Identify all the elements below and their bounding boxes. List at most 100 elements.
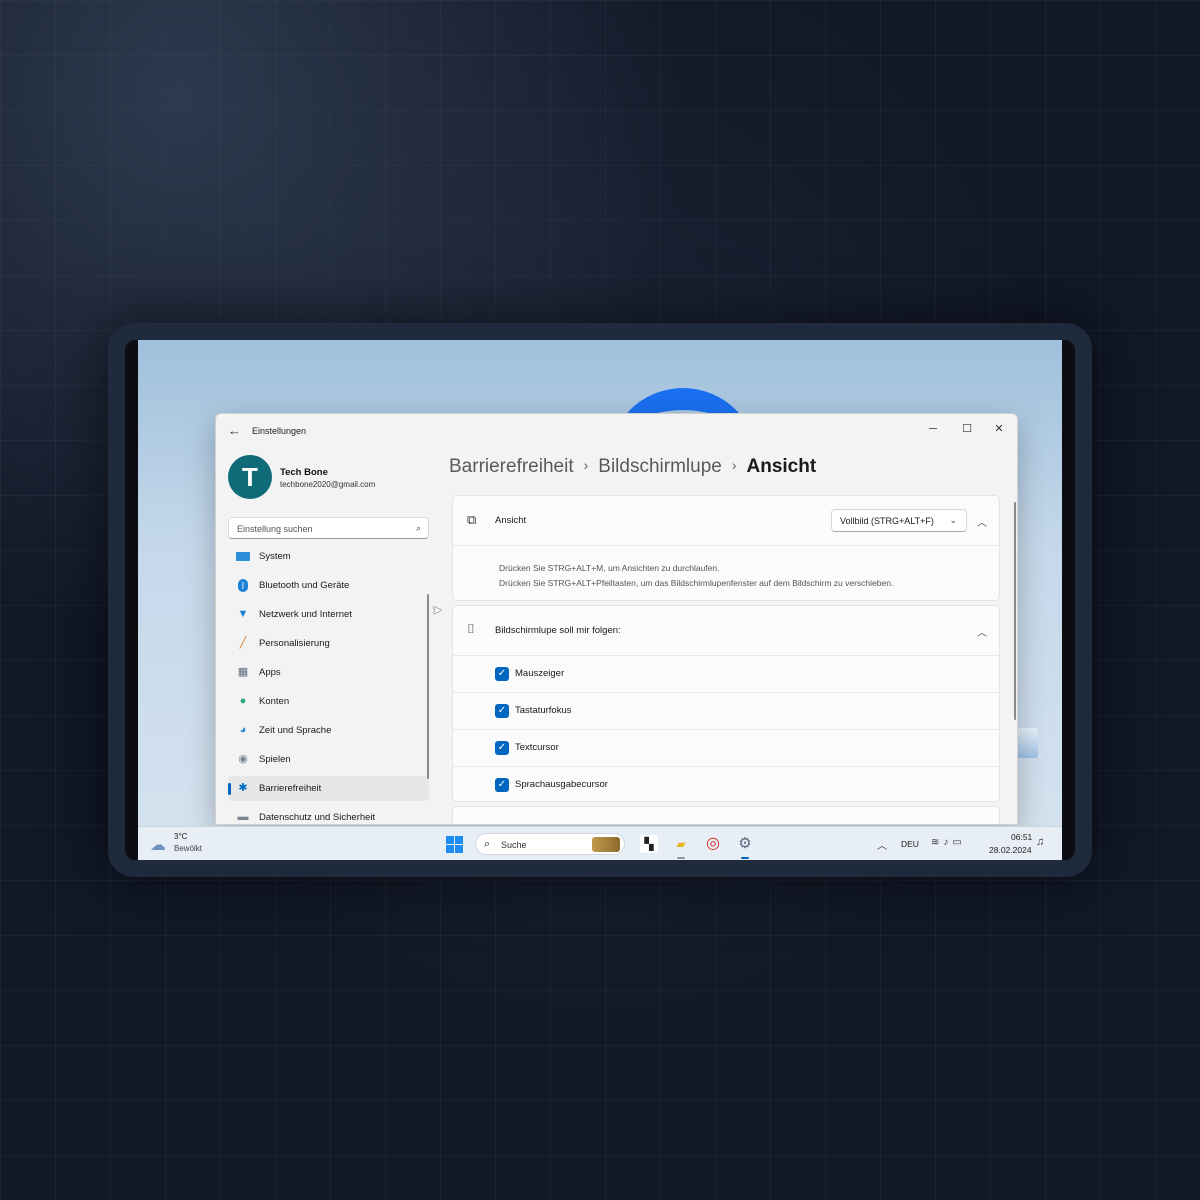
user-email: techbone2020@gmail.com	[280, 480, 376, 489]
divider	[453, 655, 999, 656]
sidebar-scrollbar[interactable]	[427, 594, 429, 779]
taskbar: ☁ 3°C Bewölkt ⌕ Suche ▚ ▰ ◎ ⚙ ︿ DEU ≋♪▭ …	[138, 826, 1062, 860]
next-card	[452, 806, 1000, 824]
view-description-2: Drücken Sie STRG+ALT+Pfeiltasten, um das…	[499, 578, 894, 588]
sidebar-item-system[interactable]: System	[228, 544, 429, 569]
sidebar-item-label: Personalisierung	[259, 638, 330, 649]
clock-date[interactable]: 28.02.2024	[989, 845, 1032, 855]
search-input[interactable]: Einstellung suchen ⌕	[228, 517, 429, 539]
accessibility-icon: ✱	[238, 782, 248, 794]
user-name: Tech Bone	[280, 467, 328, 478]
sidebar-item-personalization[interactable]: ╱ Personalisierung	[228, 631, 429, 656]
divider	[453, 545, 999, 546]
sidebar-item-label: Konten	[259, 696, 290, 707]
chevron-right-icon: ›	[731, 457, 737, 473]
checkbox-label: Sprachausgabecursor	[515, 779, 608, 790]
search-highlight-image	[592, 837, 620, 852]
mouse-icon: ⌷	[467, 621, 475, 636]
sidebar-item-label: Spielen	[259, 754, 291, 765]
task-view-icon[interactable]: ▚	[640, 835, 658, 853]
app-running-indicator	[677, 857, 685, 859]
brush-icon: ╱	[239, 637, 247, 649]
back-arrow-icon[interactable]: ←	[228, 423, 241, 438]
search-placeholder: Einstellung suchen	[237, 524, 313, 534]
sidebar-item-apps[interactable]: ▦ Apps	[228, 660, 429, 685]
divider	[453, 729, 999, 730]
sidebar-item-label: System	[259, 551, 291, 562]
bluetooth-icon: ᛒ	[236, 579, 250, 592]
breadcrumb: Barrierefreiheit › Bildschirmlupe › Ansicht	[449, 456, 816, 482]
windows-start-icon[interactable]	[446, 836, 463, 853]
mouse-cursor-icon: ➤	[432, 603, 443, 617]
screen-bezel: ← Einstellungen ─ ☐ ✕ T Tech Bone techbo…	[125, 340, 1075, 860]
page-title: Ansicht	[746, 456, 817, 477]
divider	[453, 766, 999, 767]
checkbox-mouse-pointer[interactable]: ✓	[495, 667, 509, 681]
cloud-icon[interactable]: ☁	[150, 835, 166, 855]
wifi-volume-battery-icons[interactable]: ≋♪▭	[931, 837, 966, 848]
divider	[453, 692, 999, 693]
search-icon[interactable]: ⌕	[416, 523, 421, 534]
search-icon: ⌕	[484, 838, 491, 850]
sidebar-item-bluetooth[interactable]: ᛒ Bluetooth und Geräte	[228, 573, 429, 598]
apps-icon: ▦	[237, 666, 249, 678]
chevron-up-icon[interactable]: ︿	[977, 624, 987, 639]
magnifier-view-icon: ⧉	[467, 512, 477, 527]
sidebar-item-accounts[interactable]: ● Konten	[228, 689, 429, 714]
avatar[interactable]: T	[228, 455, 272, 499]
follow-header-row[interactable]: ⌷ Bildschirmlupe soll mir folgen: ︿	[453, 606, 999, 655]
bell-icon[interactable]: ♫	[1036, 836, 1044, 848]
input-language[interactable]: DEU	[901, 839, 919, 849]
settings-gear-icon[interactable]: ⚙	[736, 835, 754, 853]
chevron-up-icon[interactable]: ︿	[877, 837, 887, 852]
checkbox-narrator-cursor[interactable]: ✓	[495, 778, 509, 792]
view-mode-dropdown[interactable]: Vollbild (STRG+ALT+F) ⌄	[831, 509, 967, 532]
sidebar-item-label: Netzwerk und Internet	[259, 609, 352, 620]
taskbar-search[interactable]: ⌕ Suche	[475, 833, 625, 855]
checkbox-keyboard-focus[interactable]: ✓	[495, 704, 509, 718]
sidebar-item-label: Apps	[259, 667, 281, 678]
monitor-icon	[236, 550, 250, 563]
sidebar-item-label: Bluetooth und Geräte	[259, 580, 350, 591]
sidebar-item-privacy[interactable]: ▬ Datenschutz und Sicherheit	[228, 805, 429, 824]
file-explorer-icon[interactable]: ▰	[672, 835, 690, 853]
device-frame: ← Einstellungen ─ ☐ ✕ T Tech Bone techbo…	[108, 323, 1092, 877]
sidebar-nav: System ᛒ Bluetooth und Geräte ▼ Netzwerk…	[228, 544, 429, 824]
checkbox-label: Tastaturfokus	[515, 705, 572, 716]
sidebar-item-gaming[interactable]: ◉ Spielen	[228, 747, 429, 772]
view-description-1: Drücken Sie STRG+ALT+M, um Ansichten zu …	[499, 563, 720, 573]
view-label: Ansicht	[495, 515, 527, 526]
breadcrumb-item[interactable]: Bildschirmlupe	[598, 456, 722, 477]
follow-label: Bildschirmlupe soll mir folgen:	[495, 625, 621, 636]
weather-temp[interactable]: 3°C	[174, 832, 187, 841]
taskbar-search-label: Suche	[501, 840, 527, 850]
weather-desc[interactable]: Bewölkt	[174, 844, 202, 853]
content-scrollbar[interactable]	[1014, 502, 1016, 720]
dropdown-value: Vollbild (STRG+ALT+F)	[840, 516, 934, 526]
shield-icon: ▬	[237, 811, 249, 823]
chevron-up-icon[interactable]: ︿	[977, 514, 987, 529]
person-icon: ●	[239, 695, 247, 707]
globe-clock-icon: ◕	[239, 724, 247, 736]
gamepad-icon: ◉	[238, 753, 248, 765]
follow-card: ⌷ Bildschirmlupe soll mir folgen: ︿ ✓ Ma…	[452, 605, 1000, 802]
sidebar-item-accessibility[interactable]: ✱ Barrierefreiheit	[228, 776, 429, 801]
sidebar-item-time-language[interactable]: ◕ Zeit und Sprache	[228, 718, 429, 743]
chrome-icon[interactable]: ◎	[704, 835, 722, 853]
minimize-button[interactable]: ─	[917, 418, 949, 440]
app-active-indicator	[741, 857, 749, 859]
settings-window: ← Einstellungen ─ ☐ ✕ T Tech Bone techbo…	[215, 413, 1018, 825]
wifi-icon: ▼	[237, 608, 249, 620]
close-button[interactable]: ✕	[983, 418, 1015, 440]
sidebar-item-label: Zeit und Sprache	[259, 725, 332, 736]
maximize-button[interactable]: ☐	[951, 418, 983, 440]
sidebar-item-network[interactable]: ▼ Netzwerk und Internet	[228, 602, 429, 627]
sidebar-item-label: Barrierefreiheit	[259, 783, 322, 794]
window-title: Einstellungen	[252, 426, 307, 436]
clock-time[interactable]: 06:51	[1011, 832, 1032, 842]
checkbox-text-cursor[interactable]: ✓	[495, 741, 509, 755]
sidebar-item-label: Datenschutz und Sicherheit	[259, 812, 376, 823]
titlebar: ← Einstellungen ─ ☐ ✕	[216, 414, 1017, 446]
breadcrumb-item[interactable]: Barrierefreiheit	[449, 456, 574, 477]
view-header-row[interactable]: ⧉ Ansicht Vollbild (STRG+ALT+F) ⌄ ︿	[453, 496, 999, 545]
